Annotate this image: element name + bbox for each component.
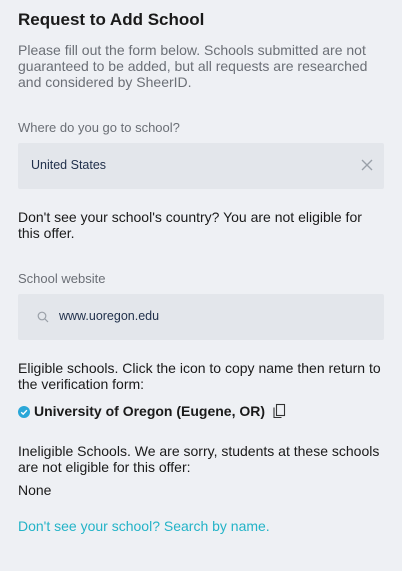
intro-text: Please fill out the form below. Schools … bbox=[18, 42, 368, 90]
website-value: www.uoregon.edu bbox=[59, 309, 160, 323]
country-note: Don't see your school's country? You are… bbox=[18, 209, 362, 241]
school-name: University of Oregon (Eugene, OR) bbox=[34, 403, 266, 419]
close-icon[interactable] bbox=[360, 158, 374, 172]
website-input[interactable]: www.uoregon.edu bbox=[18, 294, 384, 340]
eligible-text: Eligible schools. Click the icon to copy… bbox=[18, 360, 381, 392]
copy-icon[interactable] bbox=[272, 403, 286, 419]
country-select[interactable]: United States bbox=[18, 143, 384, 189]
ineligible-value: None bbox=[18, 482, 52, 498]
check-circle-icon bbox=[18, 405, 30, 418]
country-value: United States bbox=[31, 158, 107, 172]
website-label: School website bbox=[18, 271, 106, 286]
country-label: Where do you go to school? bbox=[18, 120, 180, 135]
page-title: Request to Add School bbox=[18, 10, 205, 29]
eligible-school-row: University of Oregon (Eugene, OR) bbox=[18, 402, 286, 420]
search-by-name-link[interactable]: Don't see your school? Search by name. bbox=[18, 518, 270, 534]
ineligible-text: Ineligible Schools. We are sorry, studen… bbox=[18, 443, 380, 475]
search-icon bbox=[37, 310, 49, 323]
